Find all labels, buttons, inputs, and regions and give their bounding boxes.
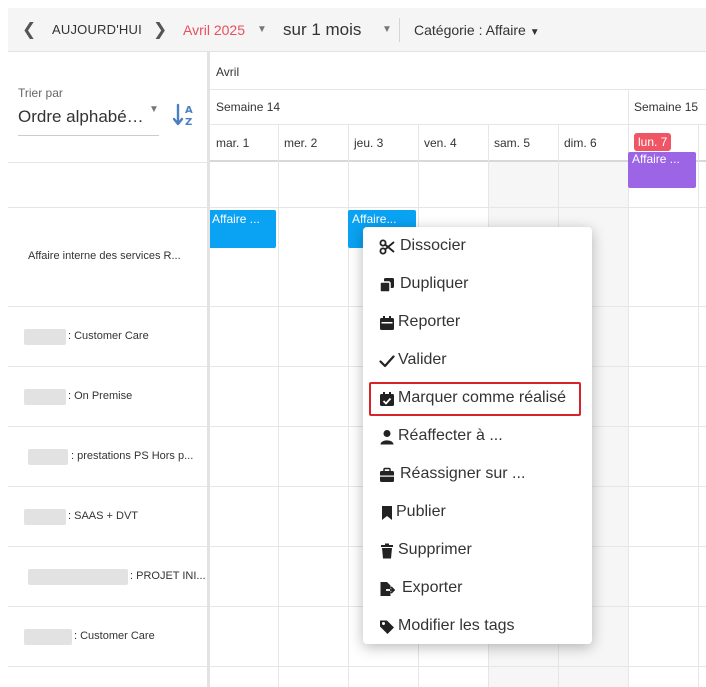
svg-text:Z: Z [185,117,192,128]
menu-item-valider[interactable]: Valider [363,343,592,377]
sort-label: Trier par [18,86,63,100]
event-label: Affaire... [352,212,397,226]
check-icon [379,355,395,368]
divider [210,666,706,667]
resource-label: Affaire interne des services R... [28,250,181,262]
month-header: Avril [216,65,240,79]
divider [348,124,349,687]
trash-icon [381,543,393,559]
event-block[interactable]: Affaire ... [210,210,276,248]
resource-row[interactable]: : prestations PS Hors p... [8,426,208,486]
resource-row-empty [8,162,208,207]
redacted-text [28,569,128,585]
resource-label: : On Premise [68,390,133,402]
toolbar: ❮ AUJOURD'HUI ❯ Avril 2025 ▼ sur 1 mois … [8,8,706,52]
redacted-text [24,509,66,525]
redacted-text [24,389,66,405]
bookmark-icon [382,506,392,520]
tag-icon [380,620,394,634]
redacted-text [24,329,66,345]
resource-label: : Customer Care [68,330,149,342]
menu-item-label: Supprimer [398,541,472,558]
menu-item-modifier-les-tags[interactable]: Modifier les tags [363,609,592,643]
category-filter[interactable]: Catégorie : Affaire ▼ [414,8,540,52]
menu-item-exporter[interactable]: Exporter [363,571,592,605]
resource-label: : Customer Care [74,630,155,642]
resource-label: : SAAS + DVT [68,510,138,522]
calendar-icon [380,316,394,330]
event-label: Affaire ... [632,152,680,166]
resource-row[interactable] [8,666,208,687]
context-menu: Dissocier Dupliquer Reporter Valider Mar… [363,227,592,644]
resource-row[interactable]: : On Premise [8,366,208,426]
event-label: Affaire ... [212,212,260,226]
menu-item-label: Exporter [402,579,463,596]
chevron-right-icon[interactable]: ❯ [153,8,167,52]
resource-sidebar: Trier par Ordre alphabé… ▼ A Z Affaire i… [8,52,208,687]
day-header: sam. 5 [494,136,531,150]
file-export-icon [380,582,395,596]
divider [628,124,629,687]
highlight-box [369,382,581,416]
menu-item-label: Modifier les tags [398,617,515,634]
copy-icon [379,278,394,293]
menu-item-dupliquer[interactable]: Dupliquer [363,267,592,301]
menu-item-label: Réassigner sur ... [400,465,526,482]
menu-item-supprimer[interactable]: Supprimer [363,533,592,567]
day-header: jeu. 3 [354,136,384,150]
divider [210,89,706,90]
user-icon [380,430,394,445]
period-dropdown-caret-icon[interactable]: ▼ [382,8,392,52]
week-header-14: Semaine 14 [216,100,281,114]
sort-caret-icon[interactable]: ▼ [149,104,159,115]
toolbar-divider [399,18,400,42]
resource-row[interactable]: : Customer Care [8,306,208,366]
chevron-left-icon[interactable]: ❮ [22,8,36,52]
resource-row[interactable]: : SAAS + DVT [8,486,208,546]
menu-item-label: Reporter [398,313,461,330]
divider [698,124,699,687]
redacted-text [28,449,68,465]
menu-item-label: Valider [398,351,447,368]
resource-label: : prestations PS Hors p... [71,450,194,462]
resource-row[interactable]: Affaire interne des services R... [8,207,208,306]
resource-label: : PROJET INI... [130,570,206,582]
menu-item-label: Publier [396,503,446,520]
scissors-icon [379,239,395,255]
divider [210,124,706,125]
menu-item-label: Dupliquer [400,275,469,292]
period-selector[interactable]: sur 1 mois [283,8,361,52]
event-block[interactable]: Affaire ... [628,152,696,188]
menu-item-label: Réaffecter à ... [398,427,503,444]
menu-item-dissocier[interactable]: Dissocier [363,229,592,263]
month-dropdown-caret-icon[interactable]: ▼ [257,8,267,52]
redacted-text [24,629,72,645]
sort-select[interactable]: Ordre alphabé… [18,104,159,136]
month-selector[interactable]: Avril 2025 [183,8,245,52]
menu-item-reaffecter[interactable]: Réaffecter à ... [363,419,592,453]
today-button[interactable]: AUJOURD'HUI [52,8,142,52]
divider [278,124,279,687]
today-day-header: lun. 7 [634,133,672,151]
divider [628,89,629,124]
day-header: ven. 4 [424,136,457,150]
divider [210,207,706,208]
caret-down-icon: ▼ [529,27,540,38]
week-header-15: Semaine 15 [634,100,699,114]
resource-row[interactable]: : PROJET INI... [8,546,208,606]
day-header: mer. 2 [284,136,318,150]
resource-row[interactable]: : Customer Care [8,606,208,666]
menu-item-reassigner[interactable]: Réassigner sur ... [363,457,592,491]
briefcase-icon [380,467,394,482]
sort-alpha-desc-icon[interactable]: A Z [172,102,198,128]
day-header: dim. 6 [564,136,597,150]
menu-item-publier[interactable]: Publier [363,495,592,529]
category-filter-label: Catégorie : Affaire [414,22,526,38]
svg-text:A: A [185,105,193,116]
menu-item-label: Dissocier [400,237,466,254]
day-header: mar. 1 [216,136,250,150]
menu-item-reporter[interactable]: Reporter [363,305,592,339]
